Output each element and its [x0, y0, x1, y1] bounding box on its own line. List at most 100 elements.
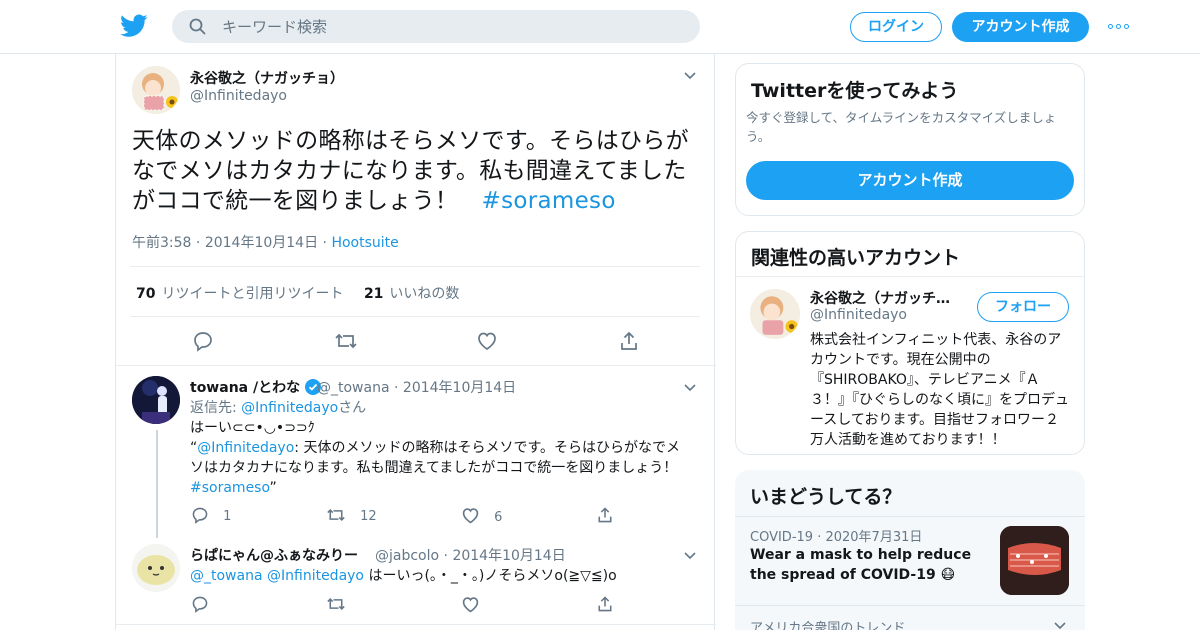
reply-button[interactable]: 1: [191, 506, 231, 524]
reply-text: はーい⊂⊂•◡•⊃⊃ｸ “@Infinitedayo: 天体のメソッドの略称はそ…: [190, 418, 690, 498]
retweet-button[interactable]: [326, 595, 346, 617]
like-count: 6: [494, 510, 503, 525]
login-button[interactable]: ログイン: [850, 12, 942, 42]
reply-to-mention[interactable]: @Infinitedayo: [241, 400, 338, 416]
signup-button[interactable]: アカウント作成: [746, 161, 1074, 200]
retweet-icon: [327, 597, 345, 611]
reply-icon: [192, 507, 208, 524]
quote-mention[interactable]: @Infinitedayo: [197, 440, 294, 456]
like-stat[interactable]: 21 いいねの数: [364, 286, 459, 302]
twitter-bird-icon[interactable]: [120, 13, 148, 39]
related-account-handle[interactable]: @Infinitedayo: [810, 307, 907, 323]
reply-icon: [194, 332, 212, 352]
chevron-down-icon[interactable]: [684, 72, 696, 80]
reply-quote: “@Infinitedayo: 天体のメソッドの略称はそらメソです。そらはひらが…: [190, 438, 690, 498]
trend-meta: COVID-19 · 2020年7月31日: [750, 526, 922, 545]
trend-date: 2020年7月31日: [825, 530, 923, 545]
divider: [116, 365, 716, 366]
reply-text-body: はーいっ(。・_・。)ノそらメソo(≧▽≦)o: [364, 568, 617, 584]
chevron-down-icon[interactable]: [684, 552, 696, 560]
meta-separator: ·: [191, 235, 205, 251]
divider: [735, 605, 1085, 606]
search-input[interactable]: [222, 10, 682, 43]
card-title: いまどうしてる？: [750, 486, 902, 508]
reply-date[interactable]: 2014年10月14日: [403, 380, 516, 396]
reply-button[interactable]: [192, 330, 214, 356]
author-name[interactable]: 永谷敬之（ナガッチョ）: [190, 68, 344, 88]
like-button[interactable]: [476, 330, 498, 356]
tweet-date[interactable]: 2014年10月14日: [205, 235, 318, 251]
like-stat-label: いいねの数: [389, 286, 460, 302]
reply-to-prefix: 返信先:: [190, 400, 242, 416]
quote-hashtag[interactable]: #sorameso: [190, 480, 270, 496]
retweet-button[interactable]: 12: [326, 506, 377, 524]
mask-image: [1000, 526, 1069, 595]
reply-to-line: 返信先: @Infinitedayoさん: [190, 398, 366, 418]
follow-button[interactable]: フォロー: [977, 292, 1069, 322]
trend-thumbnail: [1000, 526, 1069, 595]
trend-item[interactable]: COVID-19 · 2020年7月31日 Wear a mask to hel…: [735, 517, 1085, 605]
meta-separator: ·: [389, 380, 403, 396]
tweet-time[interactable]: 午前3:58: [132, 235, 191, 251]
share-button[interactable]: [618, 330, 640, 356]
reply-author-handle[interactable]: @jabcolo: [375, 548, 439, 564]
meta-separator: ·: [439, 548, 453, 564]
card-description: 今すぐ登録して、タイムラインをカスタマイズしましょう。: [746, 110, 1057, 144]
reply-avatar[interactable]: [132, 376, 180, 424]
related-account-name[interactable]: 永谷敬之（ナガッチ…: [810, 288, 950, 308]
reply-mention[interactable]: @Infinitedayo: [267, 568, 364, 584]
like-button[interactable]: [461, 595, 480, 618]
tweet-text: 天体のメソッドの略称はそらメソです。そらはひらがなでメソはカタカナになります。私…: [132, 126, 702, 216]
reply-author-name[interactable]: towana /とわな: [190, 377, 321, 397]
retweet-stat[interactable]: 70 リツイートと引用リツイート: [136, 286, 343, 302]
reply-icon: [192, 596, 208, 613]
reply-text-line: はーい⊂⊂•◡•⊃⊃ｸ: [190, 420, 315, 436]
related-account-bio: 株式会社インフィニット代表、永谷のアカウントです。現在公開中の『SHIROBAK…: [810, 332, 1069, 448]
trend-headline: Wear a mask to help reduce the spread of…: [750, 547, 972, 583]
more-icon[interactable]: [1108, 24, 1130, 30]
try-twitter-card: Twitterを使ってみよう 今すぐ登録して、タイムラインをカスタマイズしましょ…: [735, 63, 1085, 216]
reply-author-handle[interactable]: @_towana: [317, 380, 390, 396]
like-icon: [462, 597, 479, 613]
reply-avatar[interactable]: [132, 544, 180, 592]
reply-avatar-image: [132, 376, 180, 424]
reply-mention[interactable]: @_towana: [190, 568, 263, 584]
search-bar[interactable]: [172, 10, 700, 43]
author-handle[interactable]: @Infinitedayo: [190, 88, 287, 104]
related-account-avatar[interactable]: [750, 289, 800, 339]
trend-location: アメリカ合衆国のトレンド: [750, 621, 906, 630]
divider: [130, 316, 700, 317]
tweet-source-link[interactable]: Hootsuite: [331, 235, 398, 251]
share-icon: [621, 331, 637, 350]
reply-button[interactable]: [191, 595, 209, 617]
reply-date[interactable]: 2014年10月14日: [452, 548, 565, 564]
reply-count: 1: [223, 509, 232, 524]
retweet-button[interactable]: [334, 330, 358, 356]
thread-line: [156, 430, 158, 538]
share-button[interactable]: [596, 506, 614, 524]
chevron-down-icon[interactable]: [684, 384, 696, 392]
meta-separator: ·: [813, 530, 826, 545]
whats-happening-card: いまどうしてる？ COVID-19 · 2020年7月31日 Wear a ma…: [735, 470, 1085, 630]
tweet-metadata: 午前3:58 · 2014年10月14日 · Hootsuite: [132, 232, 399, 252]
like-icon: [462, 508, 479, 524]
share-button[interactable]: [596, 595, 614, 617]
retweet-icon: [327, 508, 345, 522]
author-avatar[interactable]: [132, 66, 180, 114]
tweet-stats: 70 リツイートと引用リツイート 21 いいねの数: [136, 283, 459, 303]
related-accounts-card: 関連性の高いアカウント 永谷敬之（ナガッチ… @Infinitedayo フォロ…: [735, 231, 1085, 455]
tweet-action-bar: [116, 330, 716, 354]
reply-text: @_towana @Infinitedayo はーいっ(。・_・。)ノそらメソo…: [190, 566, 690, 586]
like-count: 21: [363, 286, 384, 302]
related-account-avatar-image: [750, 289, 800, 339]
chevron-down-icon[interactable]: [1054, 622, 1066, 630]
like-button[interactable]: 6: [461, 506, 502, 525]
divider: [116, 624, 716, 625]
top-navigation-bar: ログイン アカウント作成: [0, 0, 1200, 54]
reply-avatar-image: [132, 544, 180, 592]
trend-category: COVID-19: [750, 530, 814, 545]
hashtag-link[interactable]: #sorameso: [482, 188, 616, 214]
retweet-count: 70: [136, 286, 156, 302]
reply-author-name[interactable]: らぱにゃん@ふぁなみりー: [190, 545, 358, 565]
signup-button[interactable]: アカウント作成: [952, 12, 1089, 42]
